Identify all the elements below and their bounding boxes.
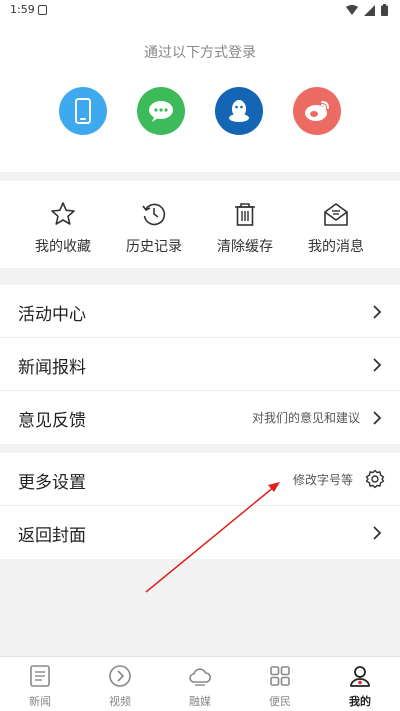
back-cover-label: 返回封面 [18,526,86,546]
chevron-right-icon [373,305,382,319]
tab-services[interactable]: 便民 [240,664,320,709]
messages-label: 我的消息 [308,239,364,255]
tab-media-label: 融媒 [189,695,211,708]
tab-news-label: 新闻 [29,695,51,708]
qq-login-button[interactable] [215,87,263,135]
chevron-right-icon [373,526,382,540]
chevron-right-icon [373,411,382,425]
video-icon [109,665,131,687]
qq-icon [229,100,249,122]
menu-item-back-cover[interactable]: 返回封面 [0,506,400,559]
favorites-label: 我的收藏 [35,239,91,255]
tab-services-label: 便民 [269,695,291,708]
news-tip-label: 新闻报料 [18,358,86,378]
more-settings-subtitle: 修改字号等 [292,473,353,487]
wechat-login-button[interactable] [137,87,185,135]
bottom-tab-bar: 新闻 视频 融媒 便民 我的 [0,656,400,711]
trash-icon [235,203,255,226]
tab-video-label: 视频 [109,695,131,708]
star-icon [51,202,75,225]
menu-item-news-tip[interactable]: 新闻报料 [0,338,400,391]
menu-item-more-settings[interactable]: 更多设置 修改字号等 [0,453,400,506]
wifi-icon [346,4,358,15]
menu-item-feedback[interactable]: 意见反馈 对我们的意见和建议 [0,391,400,444]
tab-media[interactable]: 融媒 [160,664,240,709]
status-icons [346,4,388,16]
history-button[interactable]: 历史记录 [114,201,194,256]
signal-icon [364,4,375,16]
notification-icon [38,5,47,15]
mail-icon [324,203,348,226]
news-icon [30,665,50,687]
grid-icon [270,666,290,686]
menu-group-2: 更多设置 修改字号等 返回封面 [0,453,400,559]
history-label: 历史记录 [126,239,182,255]
status-time: 1:59 [10,3,35,16]
weibo-icon [305,101,329,121]
chevron-right-icon [373,358,382,372]
login-hint: 通过以下方式登录 [144,45,256,61]
login-section: 通过以下方式登录 [0,22,400,172]
menu-group-1: 活动中心 新闻报料 意见反馈 对我们的意见和建议 [0,285,400,444]
tab-video[interactable]: 视频 [80,664,160,709]
status-bar: 1:59 [0,0,400,22]
feedback-subtitle: 对我们的意见和建议 [251,411,360,425]
tab-mine[interactable]: 我的 [320,664,400,709]
clear-cache-label: 清除缓存 [217,239,273,255]
battery-icon [381,4,388,16]
activity-center-label: 活动中心 [18,305,86,325]
menu-item-activity-center[interactable]: 活动中心 [0,285,400,338]
more-settings-label: 更多设置 [18,473,86,493]
clear-cache-button[interactable]: 清除缓存 [205,201,285,256]
quick-actions: 我的收藏 历史记录 清除缓存 我的消息 [0,181,400,268]
favorites-button[interactable]: 我的收藏 [23,201,103,256]
history-icon [142,203,166,226]
tab-mine-label: 我的 [349,695,371,708]
phone-icon [75,98,91,124]
gear-icon [365,469,385,489]
cloud-icon [189,668,212,686]
phone-login-button[interactable] [59,87,107,135]
tab-news[interactable]: 新闻 [0,664,80,709]
feedback-label: 意见反馈 [18,411,86,431]
wechat-icon [149,101,173,122]
profile-icon [350,666,370,687]
weibo-login-button[interactable] [293,87,341,135]
messages-button[interactable]: 我的消息 [296,201,376,256]
